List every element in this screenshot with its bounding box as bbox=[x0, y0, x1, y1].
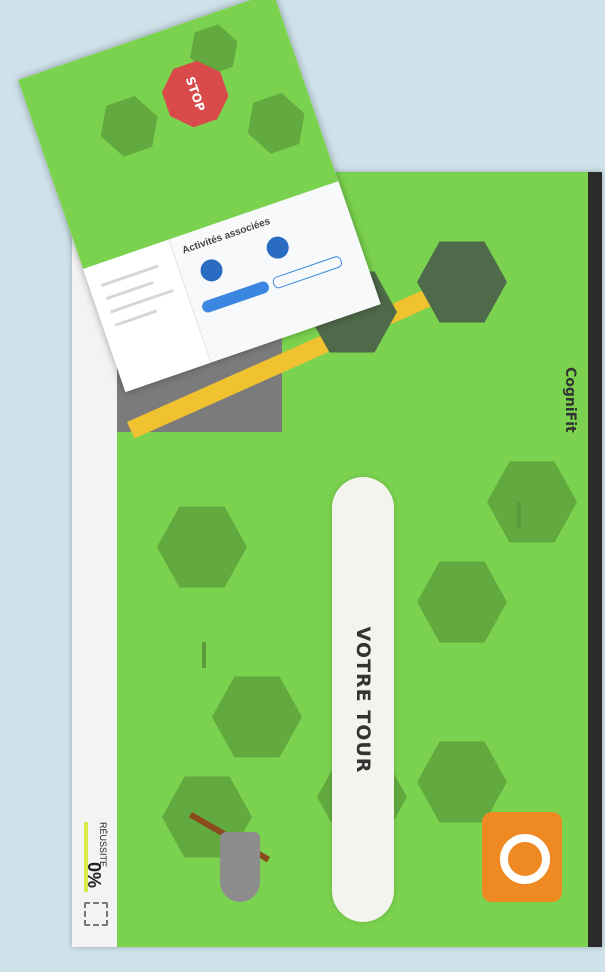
fullscreen-icon[interactable] bbox=[84, 902, 108, 926]
score-value: 0% bbox=[84, 862, 104, 889]
logo: CogniFit bbox=[562, 367, 578, 433]
tree bbox=[238, 85, 314, 161]
score-label: RÉUSSITE bbox=[98, 822, 108, 868]
tree-trunk bbox=[517, 502, 521, 528]
activity-button[interactable] bbox=[200, 279, 271, 315]
turn-banner: VOTRE TOUR bbox=[332, 477, 394, 922]
turn-label: VOTRE TOUR bbox=[352, 626, 374, 773]
activity-icon[interactable] bbox=[197, 256, 226, 285]
activity-link[interactable] bbox=[271, 254, 344, 290]
water-pump bbox=[482, 812, 562, 902]
activity-icon[interactable] bbox=[263, 233, 292, 262]
footer-bar bbox=[588, 172, 602, 947]
shovel-icon bbox=[189, 802, 270, 912]
tree-trunk bbox=[202, 642, 206, 668]
tree bbox=[91, 88, 167, 164]
score-indicator: RÉUSSITE 0% bbox=[82, 822, 116, 892]
